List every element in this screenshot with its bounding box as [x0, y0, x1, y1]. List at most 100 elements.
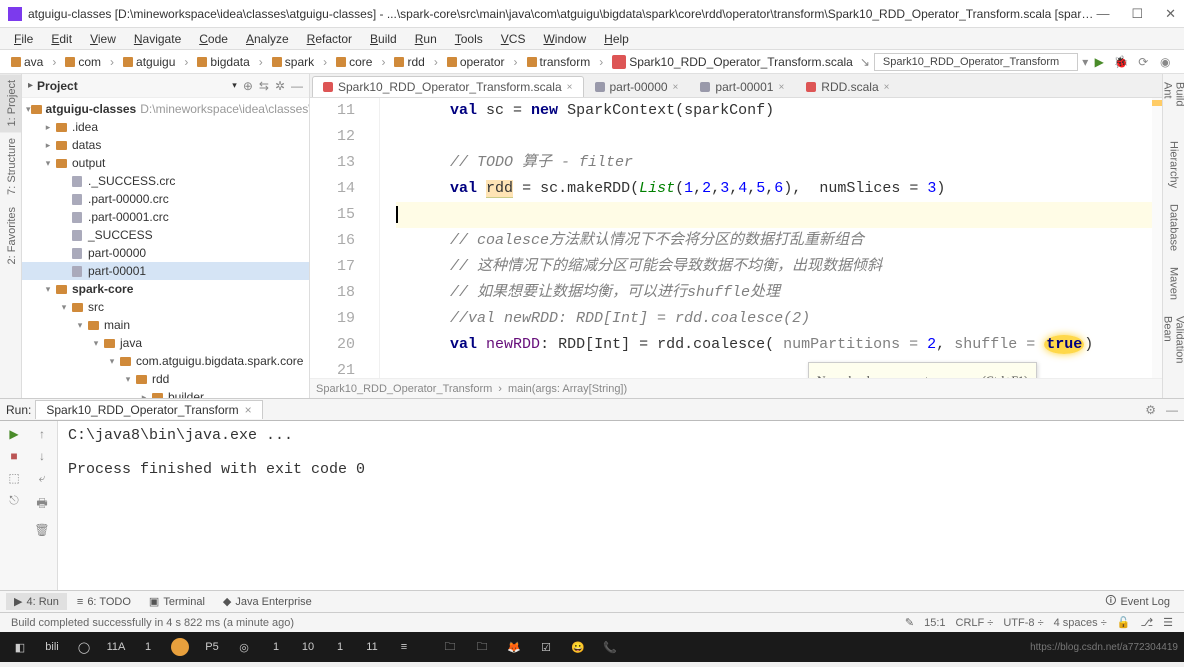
- taskbar-item[interactable]: ◯: [70, 635, 98, 659]
- stop-button[interactable]: ■: [1180, 55, 1184, 69]
- code-line[interactable]: val newRDD: RDD[Int] = rdd.coalesce( num…: [396, 332, 1162, 358]
- run-tab[interactable]: Spark10_RDD_Operator_Transform ×: [35, 400, 262, 419]
- git-icon[interactable]: ⎇: [1140, 616, 1153, 629]
- taskbar-item[interactable]: 1: [134, 635, 162, 659]
- validation-stripe[interactable]: [1152, 98, 1162, 378]
- taskbar-app[interactable]: 📞: [596, 635, 624, 659]
- event-log-button[interactable]: 🛈 Event Log: [1097, 590, 1178, 613]
- taskbar-app[interactable]: 🗀: [436, 635, 464, 659]
- project-chevron-icon[interactable]: ▸: [28, 80, 33, 91]
- code-line[interactable]: [396, 124, 1162, 150]
- taskbar-item[interactable]: ◎: [230, 635, 258, 659]
- code-line[interactable]: //val newRDD: RDD[Int] = rdd.coalesce(2): [396, 306, 1162, 332]
- menu-navigate[interactable]: Navigate: [126, 30, 189, 48]
- tab-close-icon[interactable]: ×: [778, 82, 784, 93]
- minimize-button[interactable]: —: [1096, 6, 1109, 22]
- tab-close-icon[interactable]: ×: [884, 82, 890, 93]
- hide-icon[interactable]: —: [291, 79, 303, 93]
- menu-vcs[interactable]: VCS: [493, 30, 534, 48]
- menu-code[interactable]: Code: [191, 30, 236, 48]
- layout-icon[interactable]: ⬚: [8, 471, 19, 485]
- code-line[interactable]: val sc = new SparkContext(sparkConf): [396, 98, 1162, 124]
- taskbar-item[interactable]: ≡: [390, 635, 418, 659]
- breadcrumb-item[interactable]: core: [330, 53, 378, 71]
- tooltip-more-link[interactable]: more...: [945, 373, 979, 378]
- breadcrumb-item[interactable]: bigdata: [191, 53, 255, 71]
- bottom-tab[interactable]: ▣Terminal: [141, 593, 213, 610]
- tree-row[interactable]: ▾java: [22, 334, 309, 352]
- tree-row[interactable]: ▾main: [22, 316, 309, 334]
- project-dropdown-icon[interactable]: ▾: [232, 80, 237, 91]
- run-output[interactable]: C:\java8\bin\java.exe ... Process finish…: [58, 421, 1184, 590]
- code-line[interactable]: // coalesce方法默认情况下不会将分区的数据打乱重新组合: [396, 228, 1162, 254]
- stripe-maven[interactable]: Maven: [1166, 259, 1182, 308]
- down-icon[interactable]: ↓: [39, 449, 45, 463]
- code-line[interactable]: [396, 358, 1162, 378]
- tree-row[interactable]: ▾src: [22, 298, 309, 316]
- close-button[interactable]: ✕: [1165, 6, 1176, 22]
- stripe-bean-validation[interactable]: Bean Validation: [1160, 308, 1184, 398]
- code-line[interactable]: [396, 202, 1162, 228]
- editor-tab[interactable]: RDD.scala×: [795, 76, 900, 97]
- menu-file[interactable]: File: [6, 30, 41, 48]
- up-icon[interactable]: ↑: [39, 427, 45, 441]
- run-config-dropdown[interactable]: Spark10_RDD_Operator_Transform: [874, 53, 1078, 71]
- tree-row[interactable]: ▾spark-core: [22, 280, 309, 298]
- taskbar-item[interactable]: 11: [358, 635, 386, 659]
- tree-row[interactable]: ▾rdd: [22, 370, 309, 388]
- tree-row[interactable]: ▾output: [22, 154, 309, 172]
- pin-icon[interactable]: ⎋: [9, 493, 19, 508]
- menu-tools[interactable]: Tools: [447, 30, 491, 48]
- taskbar-item[interactable]: ◧: [6, 635, 34, 659]
- maximize-button[interactable]: ☐: [1131, 6, 1143, 22]
- editor-tab[interactable]: part-00000×: [584, 76, 690, 97]
- run-button[interactable]: ▶: [1092, 55, 1106, 69]
- taskbar-item[interactable]: 1: [326, 635, 354, 659]
- taskbar-item[interactable]: P5: [198, 635, 226, 659]
- run-tab-close-icon[interactable]: ×: [245, 403, 252, 417]
- tree-row[interactable]: .part-00000.crc: [22, 190, 309, 208]
- clear-icon[interactable]: 🗑: [34, 523, 49, 537]
- bottom-tab[interactable]: ◆Java Enterprise: [215, 593, 320, 610]
- taskbar-app[interactable]: 🦊: [500, 635, 528, 659]
- tree-row[interactable]: part-00001: [22, 262, 309, 280]
- code-line[interactable]: // 这种情况下的缩减分区可能会导致数据不均衡，出现数据倾斜: [396, 254, 1162, 280]
- tree-row[interactable]: ▾com.atguigu.bigdata.spark.core: [22, 352, 309, 370]
- breadcrumb-item[interactable]: rdd: [388, 53, 430, 71]
- tree-row[interactable]: ._SUCCESS.crc: [22, 172, 309, 190]
- stop-icon[interactable]: ■: [10, 449, 17, 463]
- stripe-structure[interactable]: 7: Structure: [0, 132, 21, 201]
- menu-help[interactable]: Help: [596, 30, 637, 48]
- debug-button[interactable]: 🐞: [1114, 55, 1128, 69]
- aim-icon[interactable]: ⊕: [243, 79, 253, 93]
- taskbar-item[interactable]: 1: [262, 635, 290, 659]
- menu-run[interactable]: Run: [407, 30, 445, 48]
- more-icon[interactable]: ☰: [1163, 616, 1173, 629]
- menu-build[interactable]: Build: [362, 30, 405, 48]
- readonly-icon[interactable]: 🔓: [1117, 616, 1131, 629]
- wrap-icon[interactable]: ⤶: [39, 471, 46, 486]
- profile-button[interactable]: ◉: [1158, 55, 1172, 69]
- taskbar-app[interactable]: 😀: [564, 635, 592, 659]
- config-dropdown-arrow-icon[interactable]: ▾: [1082, 55, 1088, 69]
- taskbar-item[interactable]: bili: [38, 635, 66, 659]
- stripe-project[interactable]: 1: Project: [0, 74, 21, 132]
- editor-tab[interactable]: Spark10_RDD_Operator_Transform.scala×: [312, 76, 584, 97]
- editor-tab[interactable]: part-00001×: [689, 76, 795, 97]
- breadcrumb-item[interactable]: operator: [441, 53, 511, 71]
- code-line[interactable]: val rdd = sc.makeRDD(List(1,2,3,4,5,6), …: [396, 176, 1162, 202]
- stripe-favorites[interactable]: 2: Favorites: [0, 201, 21, 270]
- breadcrumb-item[interactable]: Spark10_RDD_Operator_Transform.scala: [606, 53, 859, 71]
- print-icon[interactable]: 🖶: [36, 494, 47, 515]
- breadcrumb-item[interactable]: transform: [521, 53, 597, 71]
- menu-view[interactable]: View: [82, 30, 124, 48]
- breadcrumb-item[interactable]: atguigu: [117, 53, 181, 71]
- line-sep[interactable]: CRLF ÷: [956, 617, 994, 629]
- stripe-hierarchy[interactable]: Hierarchy: [1166, 133, 1182, 196]
- taskbar-app[interactable]: 🗀: [468, 635, 496, 659]
- tree-row[interactable]: part-00000: [22, 244, 309, 262]
- breadcrumb-item[interactable]: com: [59, 53, 107, 71]
- gear-icon[interactable]: ✲: [275, 79, 285, 93]
- tree-row[interactable]: ▸datas: [22, 136, 309, 154]
- stripe-ant[interactable]: Ant Build: [1160, 74, 1184, 133]
